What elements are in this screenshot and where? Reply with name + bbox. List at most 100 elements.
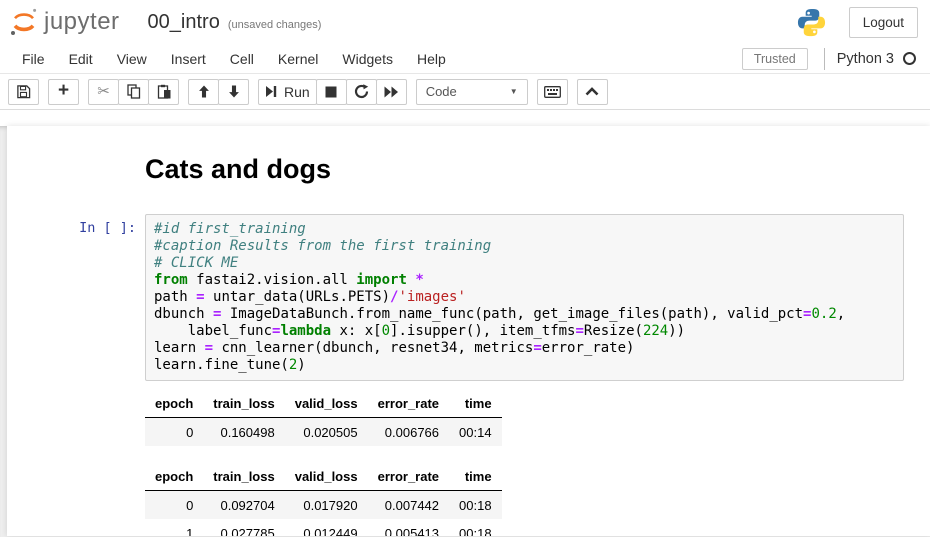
save-button[interactable] bbox=[8, 79, 39, 105]
logout-button[interactable]: Logout bbox=[849, 7, 918, 38]
run-cell-button[interactable]: Run bbox=[258, 79, 317, 105]
cell-type-value: Code bbox=[426, 84, 457, 99]
markdown-cell[interactable]: Cats and dogs bbox=[7, 139, 930, 209]
stop-icon bbox=[325, 86, 337, 98]
menu-item-kernel[interactable]: Kernel bbox=[266, 46, 330, 72]
table-cell: 0.012449 bbox=[285, 519, 368, 536]
toolbar: + ✂ bbox=[0, 74, 930, 110]
code-line: dbunch = ImageDataBunch.from_name_func(p… bbox=[154, 306, 895, 323]
code-line: label_func=lambda x: x[0].isupper(), ite… bbox=[154, 323, 895, 340]
restart-icon bbox=[354, 84, 369, 99]
table-cell: 0.017920 bbox=[285, 491, 368, 520]
table-cell: 0.020505 bbox=[285, 418, 368, 447]
menu-item-edit[interactable]: Edit bbox=[57, 46, 105, 72]
interrupt-kernel-button[interactable] bbox=[316, 79, 347, 105]
move-cell-down-button[interactable] bbox=[218, 79, 249, 105]
run-icon bbox=[265, 85, 277, 98]
menu-item-cell[interactable]: Cell bbox=[218, 46, 266, 72]
column-header: valid_loss bbox=[285, 463, 368, 491]
cell-type-select[interactable]: Code ▼ bbox=[416, 79, 528, 105]
section-heading: Cats and dogs bbox=[145, 154, 904, 185]
table-cell: 00:18 bbox=[449, 491, 502, 520]
code-line: # CLICK ME bbox=[154, 255, 895, 272]
table-header-row: epochtrain_lossvalid_losserror_ratetime bbox=[145, 463, 502, 491]
copy-icon bbox=[127, 84, 141, 99]
table-row: 00.1604980.0205050.00676600:14 bbox=[145, 418, 502, 447]
table-cell: 0.006766 bbox=[368, 418, 449, 447]
notebook-panel: Cats and dogs In [ ]: #id first_training… bbox=[0, 126, 930, 537]
menu-item-insert[interactable]: Insert bbox=[159, 46, 218, 72]
code-line: from fastai2.vision.all import * bbox=[154, 272, 895, 289]
notebook-header: jupyter 00_intro (unsaved changes) Logou… bbox=[0, 0, 930, 44]
table-cell: 1 bbox=[145, 519, 203, 536]
code-line: path = untar_data(URLs.PETS)/'images' bbox=[154, 289, 895, 306]
menu-item-help[interactable]: Help bbox=[405, 46, 458, 72]
table-cell: 00:18 bbox=[449, 519, 502, 536]
python-logo-icon bbox=[796, 7, 827, 38]
table-row: 00.0927040.0179200.00744200:18 bbox=[145, 491, 502, 520]
fast-forward-icon bbox=[384, 86, 399, 98]
notebook: Cats and dogs In [ ]: #id first_training… bbox=[7, 126, 930, 536]
column-header: time bbox=[449, 390, 502, 418]
column-header: error_rate bbox=[368, 463, 449, 491]
column-header: epoch bbox=[145, 463, 203, 491]
table-cell: 0.092704 bbox=[203, 491, 284, 520]
cut-cell-button[interactable]: ✂ bbox=[88, 79, 119, 105]
scroll-up-button[interactable] bbox=[577, 79, 608, 105]
code-line: learn = cnn_learner(dbunch, resnet34, me… bbox=[154, 340, 895, 357]
checkpoint-status: (unsaved changes) bbox=[228, 19, 322, 31]
menubar-divider bbox=[824, 48, 825, 70]
training-results-table: epochtrain_lossvalid_losserror_ratetime … bbox=[145, 390, 502, 446]
copy-cell-button[interactable] bbox=[118, 79, 149, 105]
input-prompt: In [ ]: bbox=[12, 214, 145, 536]
jupyter-logo-icon bbox=[8, 6, 40, 38]
dropdown-caret-icon: ▼ bbox=[510, 87, 518, 96]
menu-item-widgets[interactable]: Widgets bbox=[330, 46, 405, 72]
move-up-icon bbox=[198, 85, 210, 98]
keyboard-icon bbox=[544, 86, 561, 98]
code-editor[interactable]: #id first_training#caption Results from … bbox=[145, 214, 904, 381]
move-down-icon bbox=[228, 85, 240, 98]
column-header: epoch bbox=[145, 390, 203, 418]
add-cell-icon: + bbox=[58, 81, 69, 100]
jupyter-logo[interactable]: jupyter bbox=[8, 6, 120, 38]
add-cell-button[interactable]: + bbox=[48, 79, 79, 105]
menu-item-view[interactable]: View bbox=[105, 46, 159, 72]
code-line: #id first_training bbox=[154, 221, 895, 238]
chevron-up-icon bbox=[585, 87, 599, 96]
table-cell: 0.027785 bbox=[203, 519, 284, 536]
column-header: error_rate bbox=[368, 390, 449, 418]
kernel-name: Python 3 bbox=[837, 51, 894, 67]
restart-kernel-button[interactable] bbox=[346, 79, 377, 105]
code-line: #caption Results from the first training bbox=[154, 238, 895, 255]
column-header: valid_loss bbox=[285, 390, 368, 418]
fine-tune-results-table: epochtrain_lossvalid_losserror_ratetime … bbox=[145, 463, 502, 536]
kernel-idle-icon bbox=[903, 52, 916, 65]
cut-icon: ✂ bbox=[97, 84, 110, 99]
menubar: FileEditViewInsertCellKernelWidgetsHelp … bbox=[0, 44, 930, 74]
notebook-title[interactable]: 00_intro bbox=[148, 11, 220, 34]
paste-cell-button[interactable] bbox=[148, 79, 179, 105]
table-cell: 0 bbox=[145, 418, 203, 447]
run-button-label: Run bbox=[284, 84, 310, 100]
table-header-row: epochtrain_lossvalid_losserror_ratetime bbox=[145, 390, 502, 418]
jupyter-wordmark: jupyter bbox=[44, 8, 120, 36]
menubar-items: FileEditViewInsertCellKernelWidgetsHelp bbox=[10, 46, 458, 72]
command-palette-button[interactable] bbox=[537, 79, 568, 105]
markdown-cell-prompt bbox=[12, 144, 145, 204]
column-header: train_loss bbox=[203, 463, 284, 491]
code-cell[interactable]: In [ ]: #id first_training#caption Resul… bbox=[7, 209, 930, 536]
trusted-button[interactable]: Trusted bbox=[742, 48, 808, 70]
menu-item-file[interactable]: File bbox=[10, 46, 57, 72]
move-cell-up-button[interactable] bbox=[188, 79, 219, 105]
table-cell: 0.005413 bbox=[368, 519, 449, 536]
table-cell: 0 bbox=[145, 491, 203, 520]
table-cell: 0.007442 bbox=[368, 491, 449, 520]
code-line: learn.fine_tune(2) bbox=[154, 357, 895, 374]
column-header: time bbox=[449, 463, 502, 491]
column-header: train_loss bbox=[203, 390, 284, 418]
restart-run-all-button[interactable] bbox=[376, 79, 407, 105]
table-cell: 0.160498 bbox=[203, 418, 284, 447]
paste-icon bbox=[157, 84, 171, 99]
table-row: 10.0277850.0124490.00541300:18 bbox=[145, 519, 502, 536]
